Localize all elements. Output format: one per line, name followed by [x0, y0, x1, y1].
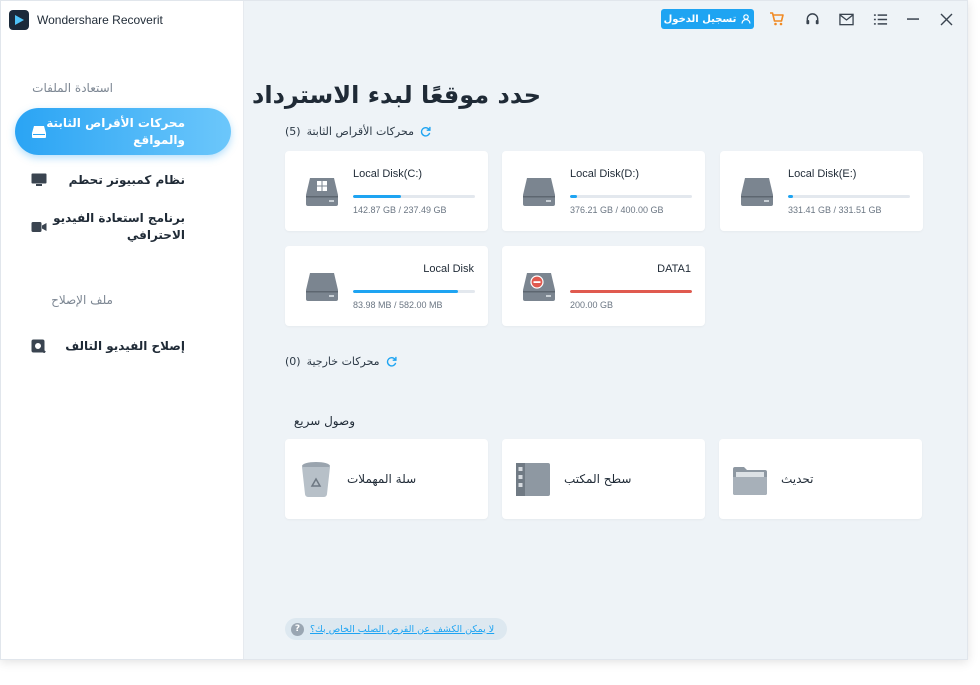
sidebar-item-video-repair[interactable]: إصلاح الفيديو التالف [15, 335, 231, 357]
disk-usage-bar [788, 195, 910, 198]
hard-disk-icon [523, 178, 555, 206]
mail-icon[interactable] [837, 10, 855, 28]
refresh-icon[interactable] [386, 356, 397, 367]
recoverit-logo-icon [9, 10, 29, 30]
disk-card-e[interactable]: Local Disk(E:) 331.41 GB / 331.51 GB [720, 151, 923, 231]
windows-disk-icon [306, 178, 338, 206]
disk-card-local[interactable]: Local Disk 83.98 MB / 582.00 MB [285, 246, 488, 326]
sidebar-item-crashed-computer[interactable]: نظام كمبيوتر تحطم [15, 169, 231, 191]
app-window: Wondershare Recoverit استعادة الملفات مح… [0, 0, 968, 660]
disk-usage-bar [353, 290, 475, 293]
repair-section-label: ملف الإصلاح [51, 293, 113, 307]
cart-icon[interactable] [768, 10, 786, 28]
sidebar-item-label: برنامج استعادة الفيديو الاحترافي [53, 211, 185, 242]
hard-drives-count: (5) [285, 125, 301, 138]
disk-card-data1[interactable]: DATA1 200.00 GB [502, 246, 705, 326]
sidebar: Wondershare Recoverit استعادة الملفات مح… [1, 1, 244, 659]
menu-list-icon[interactable] [871, 10, 889, 28]
hard-disk-icon [306, 273, 338, 301]
disk-size: 376.21 GB / 400.00 GB [570, 205, 664, 215]
external-drives-count: (0) [285, 355, 301, 368]
external-drives-label: محركات خارجية [306, 355, 380, 368]
minimize-icon[interactable] [904, 10, 922, 28]
sidebar-item-video-recovery[interactable]: برنامج استعادة الفيديو الاحترافي [15, 209, 231, 245]
disk-card-c[interactable]: Local Disk(C:) 142.87 GB / 237.49 GB [285, 151, 488, 231]
disk-usage-bar [353, 195, 475, 198]
hard-drive-icon [32, 125, 46, 138]
quick-access-label: وصول سريع [293, 414, 355, 428]
disk-name: Local Disk(D:) [570, 168, 640, 180]
disk-name: DATA1 [657, 263, 691, 275]
disk-usage-bar [570, 195, 692, 198]
error-disk-icon [523, 273, 555, 301]
quick-access-label: تحديث [781, 472, 814, 486]
page-title: حدد موقعًا لبدء الاسترداد [252, 81, 541, 109]
video-camera-icon [31, 222, 47, 232]
login-button[interactable]: تسجيل الدخول [661, 9, 754, 29]
recovery-section-label: استعادة الملفات [32, 81, 113, 95]
quick-access-header: وصول سريع [285, 414, 355, 430]
recycle-bin-icon [302, 462, 330, 497]
sidebar-item-label: محركات الأقراص الثابتة والمواقع [46, 115, 185, 147]
disk-size: 200.00 GB [570, 300, 614, 310]
disk-card-d[interactable]: Local Disk(D:) 376.21 GB / 400.00 GB [502, 151, 705, 231]
hard-drives-group-label: (5) محركات الأقراص الثابتة [285, 125, 431, 138]
disk-name: Local Disk [423, 263, 474, 275]
help-link[interactable]: لا يمكن الكشف عن القرص الصلب الخاص بك؟ [310, 624, 494, 635]
monitor-icon [31, 173, 47, 186]
question-icon: ? [291, 622, 304, 636]
hard-drives-label: محركات الأقراص الثابتة [306, 125, 414, 138]
disk-size: 142.87 GB / 237.49 GB [353, 205, 447, 215]
folder-icon [733, 467, 767, 495]
quick-access-recycle-bin[interactable]: سلة المهملات [285, 439, 488, 519]
quick-access-folder[interactable]: تحديث [719, 439, 922, 519]
close-icon[interactable] [937, 10, 955, 28]
brand: Wondershare Recoverit [9, 10, 163, 30]
hard-disk-icon [741, 178, 773, 206]
quick-access-desktop[interactable]: سطح المكتب [502, 439, 705, 519]
disk-name: Local Disk(E:) [788, 168, 857, 180]
refresh-icon[interactable] [420, 126, 431, 137]
disk-usage-bar [570, 290, 692, 293]
sidebar-item-label: إصلاح الفيديو التالف [65, 338, 185, 353]
desktop-icon [516, 463, 550, 496]
disk-size: 331.41 GB / 331.51 GB [788, 205, 882, 215]
sidebar-item-hard-drives[interactable]: محركات الأقراص الثابتة والمواقع [15, 108, 231, 155]
disk-name: Local Disk(C:) [353, 168, 423, 180]
user-icon [741, 14, 751, 24]
quick-access-label: سلة المهملات [347, 472, 417, 486]
quick-access-label: سطح المكتب [564, 472, 632, 486]
sidebar-item-label: نظام كمبيوتر تحطم [68, 172, 185, 187]
app-title: Wondershare Recoverit [37, 13, 163, 27]
login-label: تسجيل الدخول [663, 13, 737, 25]
headset-support-icon[interactable] [803, 10, 821, 28]
external-drives-group-label: (0) محركات خارجية [285, 355, 397, 368]
help-pill[interactable]: ? لا يمكن الكشف عن القرص الصلب الخاص بك؟ [285, 618, 507, 640]
video-repair-icon [31, 339, 46, 353]
disk-size: 83.98 MB / 582.00 MB [353, 300, 443, 310]
